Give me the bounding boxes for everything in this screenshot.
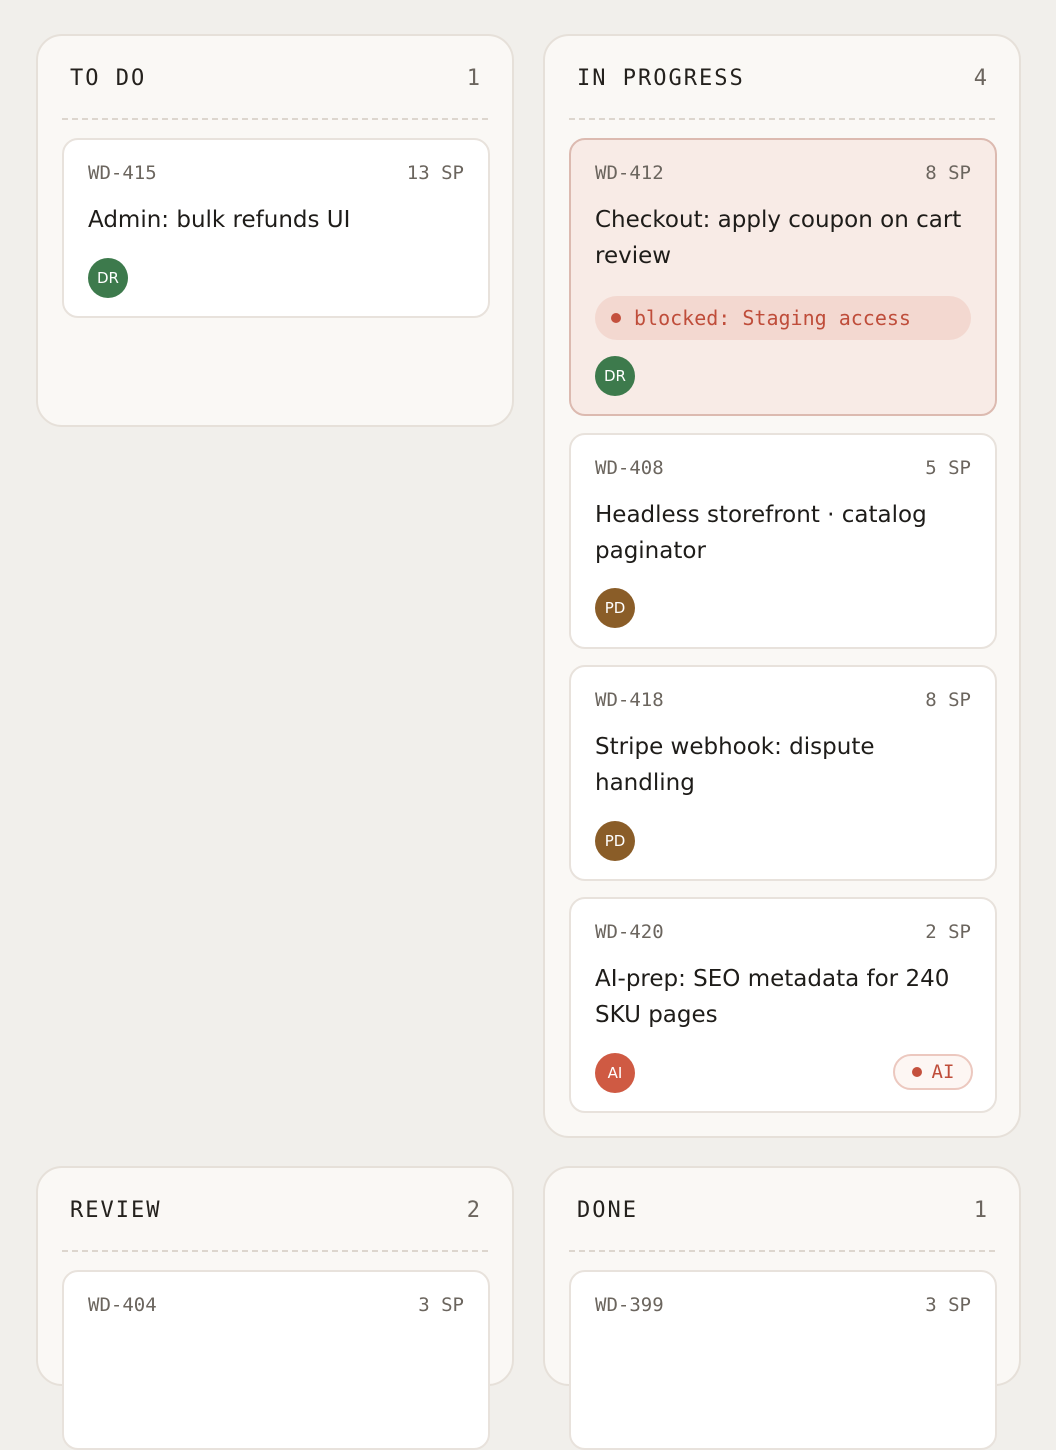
task-card[interactable]: WD-404 3 SP	[62, 1270, 490, 1450]
card-meta: WD-408 5 SP	[595, 457, 971, 479]
column-header: DONE 1	[569, 1168, 995, 1252]
card-id: WD-399	[595, 1294, 664, 1316]
task-card[interactable]: WD-415 13 SP Admin: bulk refunds UI DR	[62, 138, 490, 318]
card-title: Checkout: apply coupon on cart review	[595, 207, 962, 269]
status-dot-icon	[911, 1067, 922, 1077]
card-points: 2 SP	[925, 921, 971, 943]
avatar[interactable]: DR	[88, 258, 128, 298]
card-meta: WD-412 8 SP	[595, 162, 971, 184]
card-points: 3 SP	[418, 1294, 464, 1316]
column-count: 2	[466, 1197, 480, 1223]
column-title: IN PROGRESS	[577, 65, 745, 91]
card-id: WD-418	[595, 689, 664, 711]
card-meta: WD-420 2 SP	[595, 921, 971, 943]
task-card[interactable]: WD-399 3 SP	[569, 1270, 997, 1450]
column-header: IN PROGRESS 4	[569, 36, 995, 120]
task-card[interactable]: WD-418 8 SP Stripe webhook: dispute hand…	[569, 665, 997, 881]
card-meta: WD-418 8 SP	[595, 689, 971, 711]
card-meta: WD-415 13 SP	[88, 162, 464, 184]
card-title: Admin: bulk refunds UI	[88, 207, 351, 233]
column-title: TO DO	[70, 65, 147, 91]
ai-badge-label: AI	[931, 1061, 955, 1083]
column-in-progress: IN PROGRESS 4 WD-412 8 SP Checkout: appl…	[543, 34, 1021, 1138]
card-points: 3 SP	[925, 1294, 971, 1316]
card-meta: WD-404 3 SP	[88, 1294, 464, 1316]
blocked-reason: blocked: Staging access	[634, 306, 911, 330]
card-points: 8 SP	[925, 162, 971, 184]
card-id: WD-408	[595, 457, 664, 479]
column-title: DONE	[577, 1197, 638, 1223]
card-points: 5 SP	[925, 457, 971, 479]
card-points: 13 SP	[406, 162, 464, 184]
column-done: DONE 1 WD-399 3 SP	[543, 1166, 1021, 1450]
column-header: REVIEW 2	[62, 1168, 488, 1252]
avatar[interactable]: AI	[595, 1053, 635, 1093]
task-card[interactable]: WD-408 5 SP Headless storefront · catalo…	[569, 433, 997, 649]
column-title: REVIEW	[70, 1197, 162, 1223]
status-dot-icon	[611, 313, 621, 323]
card-title: Stripe webhook: dispute handling	[595, 734, 875, 796]
task-card-blocked[interactable]: WD-412 8 SP Checkout: apply coupon on ca…	[569, 138, 997, 416]
card-title: Headless storefront · catalog paginator	[595, 502, 927, 564]
column-count: 1	[466, 65, 480, 91]
blocked-badge: blocked: Staging access	[595, 296, 971, 340]
column-review: REVIEW 2 WD-404 3 SP	[36, 1166, 514, 1450]
avatar[interactable]: PD	[595, 821, 635, 861]
ai-badge[interactable]: AI	[893, 1054, 973, 1090]
column-count: 1	[973, 1197, 987, 1223]
card-id: WD-415	[88, 162, 157, 184]
card-points: 8 SP	[925, 689, 971, 711]
avatar[interactable]: DR	[595, 356, 635, 396]
card-title: AI-prep: SEO metadata for 240 SKU pages	[595, 966, 950, 1028]
card-id: WD-412	[595, 162, 664, 184]
task-card[interactable]: WD-420 2 SP AI-prep: SEO metadata for 24…	[569, 897, 997, 1113]
column-todo: TO DO 1 WD-415 13 SP Admin: bulk refunds…	[36, 34, 514, 427]
card-meta: WD-399 3 SP	[595, 1294, 971, 1316]
column-header: TO DO 1	[62, 36, 488, 120]
column-count: 4	[973, 65, 987, 91]
card-id: WD-420	[595, 921, 664, 943]
avatar[interactable]: PD	[595, 588, 635, 628]
card-id: WD-404	[88, 1294, 157, 1316]
